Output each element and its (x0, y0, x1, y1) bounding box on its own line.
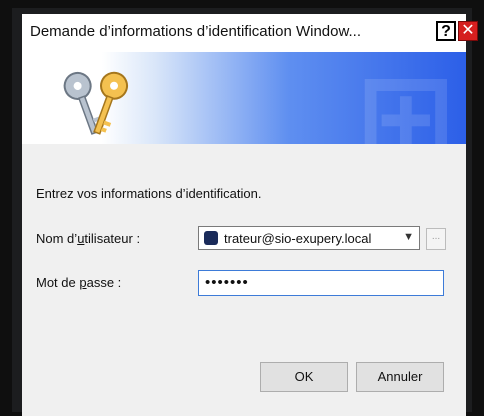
banner: ⊞ (22, 52, 466, 144)
close-button[interactable]: ✕ (458, 21, 478, 41)
dialog-content: Entrez vos informations d’identification… (22, 144, 466, 416)
username-select[interactable]: trateur@sio-exupery.local ▼ (198, 226, 420, 250)
password-field[interactable]: ••••••• (198, 270, 444, 296)
ok-button[interactable]: OK (260, 362, 348, 392)
user-avatar-icon (204, 231, 218, 245)
password-label: Mot de passe : (36, 275, 122, 290)
windows-logo-watermark: ⊞ (355, 52, 456, 144)
credentials-dialog: Demande d’informations d’identification … (12, 8, 478, 416)
chevron-down-icon[interactable]: ▼ (403, 231, 414, 243)
browse-users-button[interactable]: ... (426, 228, 446, 250)
title-bar[interactable]: Demande d’informations d’identification … (22, 14, 478, 52)
username-label: Nom d’utilisateur : (36, 231, 141, 246)
username-value: trateur@sio-exupery.local (224, 231, 372, 246)
prompt-text: Entrez vos informations d’identification… (36, 186, 262, 201)
window-title: Demande d’informations d’identification … (30, 23, 362, 40)
password-value: ••••••• (205, 274, 249, 291)
keys-icon (63, 71, 129, 135)
help-button[interactable]: ? (436, 21, 456, 41)
cancel-button[interactable]: Annuler (356, 362, 444, 392)
